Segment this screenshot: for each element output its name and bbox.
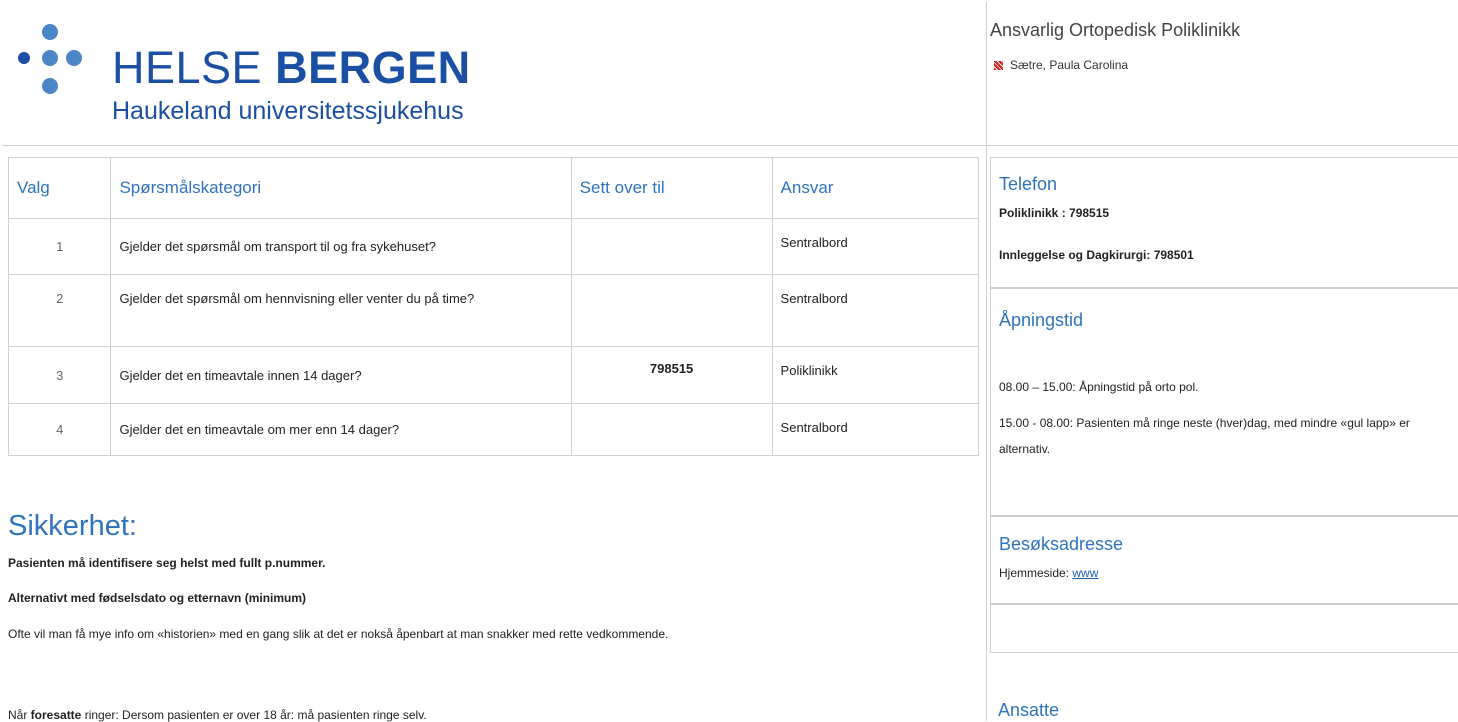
phone-title: Telefon — [999, 174, 1058, 194]
security-line-2: Alternativt med fødselsdato og etternavn… — [8, 591, 307, 605]
row-number: 1 — [7, 218, 112, 275]
security-line-1: Pasienten må identifisere seg helst med … — [8, 556, 326, 570]
responsible-person-name: Sætre, Paula Carolina — [1010, 58, 1129, 72]
staff-title: Ansatte — [998, 700, 1060, 720]
row-sett-over — [570, 218, 773, 275]
row-ansvar: Sentralbord — [771, 403, 980, 456]
helse-bergen-logo: HELSE BERGEN Haukeland universitetssjuke… — [16, 22, 470, 132]
logo-brand-light: HELSE — [112, 42, 263, 93]
question-category-table: Valg Spørsmålskategori Sett over til Ans… — [7, 157, 980, 456]
opening-hours-panel: Åpningstid 08.00 – 15.00: Åpningstid på … — [990, 287, 1458, 517]
row-category: Gjelder det en timeavtale om mer enn 14 … — [110, 403, 572, 456]
logo-dot — [18, 52, 30, 64]
col-header-ansvar: Ansvar — [771, 157, 980, 219]
security-title: Sikkerhet: — [8, 510, 137, 542]
table-header-row: Valg Spørsmålskategori Sett over til Ans… — [7, 157, 980, 219]
col-header-category: Spørsmålskategori — [110, 157, 572, 219]
row-ansvar: Sentralbord — [771, 218, 980, 275]
address-title: Besøksadresse — [999, 534, 1124, 554]
table-row[interactable]: 3 Gjelder det en timeavtale innen 14 dag… — [7, 346, 980, 404]
responsible-person[interactable]: Sætre, Paula Carolina — [994, 58, 1128, 72]
homepage-link[interactable]: www — [1072, 566, 1098, 580]
row-category: Gjelder det spørsmål om hennvisning elle… — [110, 274, 572, 347]
empty-panel — [990, 603, 1458, 653]
row-number: 3 — [7, 346, 112, 404]
table-row[interactable]: 2 Gjelder det spørsmål om hennvisning el… — [7, 274, 980, 347]
row-ansvar: Sentralbord — [771, 274, 980, 347]
table-row[interactable]: 4 Gjelder det en timeavtale om mer enn 1… — [7, 403, 980, 456]
column-divider — [986, 145, 987, 721]
phone-panel: Telefon Poliklinikk : 798515 Innleggelse… — [990, 157, 1458, 289]
hours-line-3: alternativ. — [999, 442, 1051, 456]
table-row[interactable]: 1 Gjelder det spørsmål om transport til … — [7, 218, 980, 275]
security-line-4-pre: Når — [8, 708, 31, 722]
hours-line-1: 08.00 – 15.00: Åpningstid på orto pol. — [999, 380, 1199, 394]
row-sett-over: 798515 — [570, 346, 773, 404]
security-line-4-post: ringer: Dersom pasienten er over 18 år: … — [81, 708, 427, 722]
header-logo-area: HELSE BERGEN Haukeland universitetssjuke… — [2, 2, 987, 146]
security-line-4: Når foresatte ringer: Dersom pasienten e… — [8, 708, 427, 722]
row-number: 2 — [7, 274, 112, 347]
row-ansvar: Poliklinikk — [771, 346, 980, 404]
row-category: Gjelder det en timeavtale innen 14 dager… — [110, 346, 572, 404]
homepage-line: Hjemmeside: www — [999, 566, 1098, 580]
logo-subtitle: Haukeland universitetssjukehus — [112, 97, 464, 125]
security-line-4-bold: foresatte — [30, 708, 82, 722]
hours-line-2: 15.00 - 08.00: Pasienten må ringe neste … — [999, 416, 1410, 430]
user-status-icon — [994, 60, 1003, 70]
row-sett-over — [570, 274, 773, 347]
row-category: Gjelder det spørsmål om transport til og… — [110, 218, 572, 275]
logo-dot — [42, 50, 58, 66]
phone-line-1: Poliklinikk : 798515 — [999, 206, 1110, 220]
col-header-valg: Valg — [7, 157, 112, 219]
responsible-title: Ansvarlig Ortopedisk Poliklinikk — [990, 20, 1241, 40]
security-line-3: Ofte vil man få mye info om «historien» … — [8, 627, 669, 641]
homepage-label: Hjemmeside: — [999, 566, 1073, 580]
row-number: 4 — [7, 403, 112, 456]
logo-brand: HELSE BERGEN — [112, 42, 471, 94]
col-header-sett-over: Sett over til — [570, 157, 773, 219]
phone-line-2: Innleggelse og Dagkirurgi: 798501 — [999, 248, 1194, 262]
logo-dot — [66, 50, 82, 66]
logo-dot — [42, 78, 58, 94]
logo-brand-bold: BERGEN — [275, 42, 471, 93]
hours-title: Åpningstid — [999, 310, 1084, 330]
logo-dot — [42, 24, 58, 40]
address-panel: Besøksadresse Hjemmeside: www — [990, 515, 1458, 605]
row-sett-over — [570, 403, 773, 456]
